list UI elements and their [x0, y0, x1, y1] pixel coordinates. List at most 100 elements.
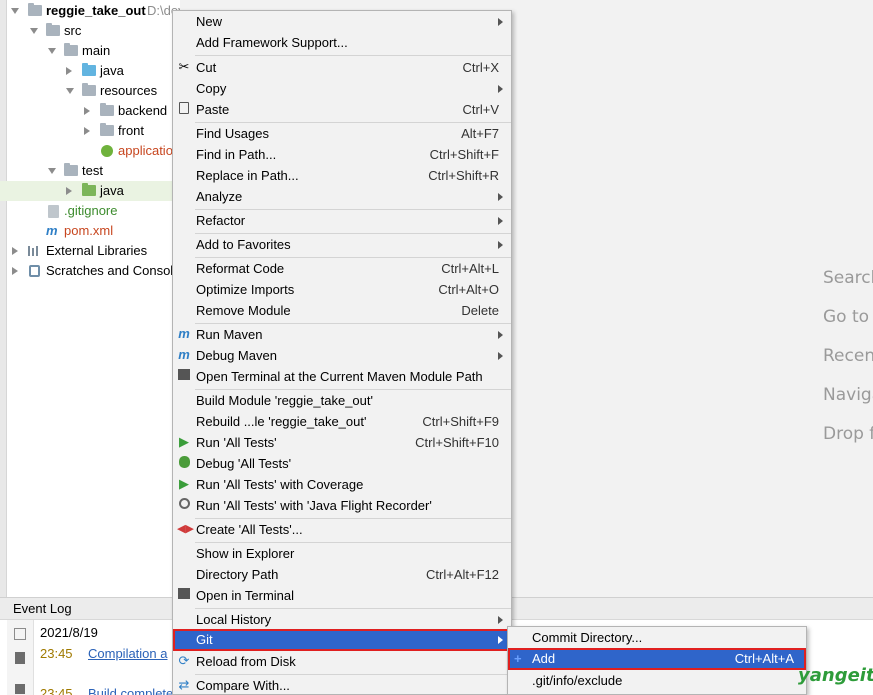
menu-label: Reformat Code	[196, 261, 285, 276]
menu-item-directory-path[interactable]: Directory Path Ctrl+Alt+F12	[173, 564, 511, 585]
tree-row-test[interactable]: test	[0, 161, 180, 181]
mark-read-icon[interactable]	[14, 628, 26, 640]
menu-item-create-all-tests[interactable]: ◀▶ Create 'All Tests'...	[173, 519, 511, 540]
menu-item-build-module[interactable]: Build Module 'reggie_take_out'	[173, 390, 511, 411]
menu-label: Find Usages	[196, 126, 269, 141]
menu-item-reformat-code[interactable]: Reformat Code Ctrl+Alt+L	[173, 258, 511, 279]
editor-area: Search Go to Recent Naviga Drop f	[512, 0, 873, 598]
menu-item-add-to-favorites[interactable]: Add to Favorites	[173, 234, 511, 255]
watermark: yangeit	[798, 665, 873, 686]
menu-item-reload-from-disk[interactable]: ⟳ Reload from Disk	[173, 651, 511, 672]
menu-shortcut: Ctrl+Alt+F12	[426, 567, 499, 582]
menu-item-paste[interactable]: Paste Ctrl+V	[173, 99, 511, 120]
menu-item-add-framework-support[interactable]: Add Framework Support...	[173, 32, 511, 53]
menu-item-git-exclude[interactable]: .git/info/exclude	[508, 670, 806, 691]
tree-label: Scratches and Consol	[46, 263, 174, 278]
menu-item-open-terminal-maven[interactable]: Open Terminal at the Current Maven Modul…	[173, 366, 511, 387]
event-log-toolbar	[7, 620, 34, 695]
submenu-arrow-icon	[498, 18, 503, 26]
chevron-down-icon[interactable]	[48, 168, 56, 174]
menu-item-run-maven[interactable]: m Run Maven	[173, 324, 511, 345]
git-submenu: Commit Directory... + Add Ctrl+Alt+A .git/…	[507, 626, 807, 695]
tree-row-external-libraries[interactable]: External Libraries	[0, 241, 180, 261]
tree-label: java	[100, 183, 124, 198]
submenu-arrow-icon	[498, 331, 503, 339]
tree-row-gitignore[interactable]: .gitignore	[0, 201, 180, 221]
trash-icon[interactable]	[15, 652, 25, 664]
editor-hint: Go to	[823, 307, 870, 327]
menu-item-cut[interactable]: ✂ Cut Ctrl+X	[173, 57, 511, 78]
menu-item-debug-maven[interactable]: m Debug Maven	[173, 345, 511, 366]
chevron-right-icon[interactable]	[12, 267, 18, 275]
chevron-right-icon[interactable]	[12, 247, 18, 255]
menu-label: Refactor	[196, 213, 246, 228]
reload-icon: ⟳	[178, 653, 190, 668]
chevron-down-icon[interactable]	[48, 48, 56, 54]
menu-item-refactor[interactable]: Refactor	[173, 210, 511, 231]
chevron-right-icon[interactable]	[84, 127, 90, 135]
tree-row-front[interactable]: front	[0, 121, 180, 141]
menu-item-remove-module[interactable]: Remove Module Delete	[173, 300, 511, 321]
menu-item-git-add[interactable]: + Add Ctrl+Alt+A	[508, 648, 806, 670]
menu-item-commit-directory[interactable]: Commit Directory...	[508, 627, 806, 648]
event-date: 2021/8/19	[40, 625, 98, 640]
tree-label: main	[82, 43, 111, 58]
tree-row-backend[interactable]: backend	[0, 101, 180, 121]
menu-shortcut: Ctrl+Alt+O	[438, 282, 499, 297]
editor-hint: Drop f	[823, 424, 873, 444]
tree-label: applicatio	[118, 143, 173, 158]
menu-item-open-in-terminal[interactable]: Open in Terminal	[173, 585, 511, 606]
tree-row-resources[interactable]: resources	[0, 81, 180, 101]
menu-shortcut: Ctrl+V	[462, 102, 499, 117]
tree-row-java[interactable]: java	[0, 61, 180, 81]
tree-row-main[interactable]: main	[0, 41, 180, 61]
menu-label: Open in Terminal	[196, 588, 295, 603]
menu-item-local-history[interactable]: Local History	[173, 609, 511, 630]
menu-label: Local History	[196, 612, 272, 627]
bug-icon	[177, 456, 191, 470]
folder-icon	[100, 123, 114, 136]
menu-item-replace-in-path[interactable]: Replace in Path... Ctrl+Shift+R	[173, 165, 511, 186]
chevron-right-icon[interactable]	[84, 107, 90, 115]
menu-item-find-usages[interactable]: Find Usages Alt+F7	[173, 123, 511, 144]
menu-item-new[interactable]: New	[173, 11, 511, 32]
menu-label: Analyze	[196, 189, 243, 204]
menu-item-compare-with[interactable]: ⇄ Compare With...	[173, 675, 511, 695]
menu-shortcut: Ctrl+Alt+A	[734, 651, 794, 666]
menu-item-optimize-imports[interactable]: Optimize Imports Ctrl+Alt+O	[173, 279, 511, 300]
menu-label: Add	[532, 651, 556, 666]
chevron-right-icon[interactable]	[66, 67, 72, 75]
tree-row-project[interactable]: reggie_take_out D:\develop\idea-workspac…	[0, 1, 180, 21]
tree-row-scratches[interactable]: Scratches and Consol	[0, 261, 180, 281]
menu-item-git[interactable]: Git	[173, 629, 511, 651]
submenu-arrow-icon	[498, 352, 503, 360]
menu-label: Debug 'All Tests'	[196, 456, 292, 471]
tree-row-test-java[interactable]: java	[0, 181, 180, 201]
terminal-icon	[177, 588, 191, 602]
menu-item-analyze[interactable]: Analyze	[173, 186, 511, 207]
event-time: 23:45	[40, 686, 73, 695]
menu-item-run-with-jfr[interactable]: Run 'All Tests' with 'Java Flight Record…	[173, 495, 511, 516]
menu-item-copy[interactable]: Copy	[173, 78, 511, 99]
event-link[interactable]: Build complete	[88, 686, 173, 695]
menu-item-run-all-tests[interactable]: ▶ Run 'All Tests' Ctrl+Shift+F10	[173, 432, 511, 453]
settings-icon[interactable]	[15, 684, 25, 694]
maven-debug-icon: m	[178, 347, 190, 362]
chevron-down-icon[interactable]	[66, 88, 74, 94]
menu-label: .git/info/exclude	[532, 673, 623, 688]
event-link[interactable]: Compilation a	[88, 646, 168, 661]
tree-row-src[interactable]: src	[0, 21, 180, 41]
tree-row-pom[interactable]: m pom.xml	[0, 221, 180, 241]
menu-item-rebuild-module[interactable]: Rebuild ...le 'reggie_take_out' Ctrl+Shif…	[173, 411, 511, 432]
chevron-down-icon[interactable]	[11, 8, 19, 14]
menu-item-debug-all-tests[interactable]: Debug 'All Tests'	[173, 453, 511, 474]
tree-row-application[interactable]: applicatio	[0, 141, 180, 161]
chevron-down-icon[interactable]	[30, 28, 38, 34]
create-test-icon: ◀▶	[177, 523, 194, 535]
terminal-icon	[177, 369, 191, 383]
menu-label: Replace in Path...	[196, 168, 299, 183]
menu-item-show-in-explorer[interactable]: Show in Explorer	[173, 543, 511, 564]
menu-item-run-with-coverage[interactable]: ▶ Run 'All Tests' with Coverage	[173, 474, 511, 495]
chevron-right-icon[interactable]	[66, 187, 72, 195]
menu-item-find-in-path[interactable]: Find in Path... Ctrl+Shift+F	[173, 144, 511, 165]
